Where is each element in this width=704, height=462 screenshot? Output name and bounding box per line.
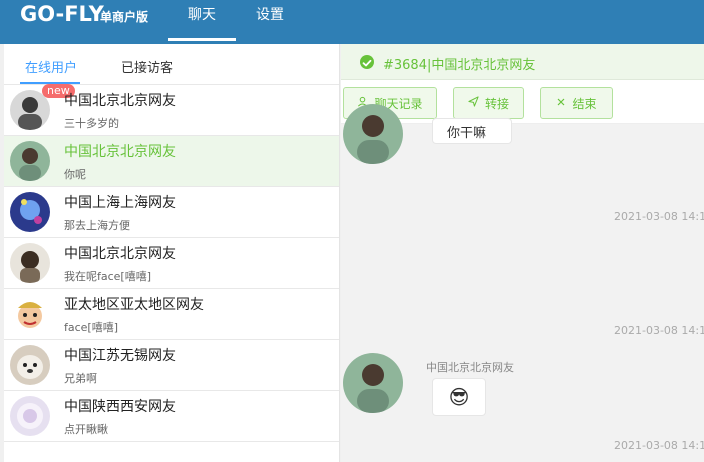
nav-active-indicator — [168, 38, 236, 41]
tab-online-users[interactable]: 在线用户 — [25, 57, 77, 76]
sunglasses-emoji-icon: 😎 — [448, 385, 470, 409]
user-list: new 中国北京北京网友 三十多岁的 中国北京北京网友 你呢 中国上海上海网友 … — [4, 84, 339, 442]
user-name: 中国江苏无锡网友 — [64, 348, 176, 364]
user-name: 中国北京北京网友 — [64, 93, 176, 109]
close-icon — [556, 96, 566, 110]
avatar — [10, 396, 50, 436]
message-sender: 中国北京北京网友 — [426, 361, 514, 374]
user-name: 中国陕西西安网友 — [64, 399, 176, 415]
user-list-item[interactable]: 中国北京北京网友 我在呢face[嘻嘻] — [4, 238, 339, 289]
chat-title: #3684|中国北京北京网友 — [383, 58, 536, 73]
user-list-item[interactable]: 中国江苏无锡网友 兄弟啊 — [4, 340, 339, 391]
end-chat-button[interactable]: 结束 — [540, 87, 613, 119]
user-last-message: 三十多岁的 — [64, 117, 119, 130]
user-list-item[interactable]: 中国陕西西安网友 点开瞅瞅 — [4, 391, 339, 442]
message-bubble: 你干嘛 — [432, 118, 512, 144]
tab-visited[interactable]: 已接访客 — [121, 57, 173, 76]
chat-header: #3684|中国北京北京网友 — [341, 44, 704, 80]
avatar — [343, 353, 403, 413]
user-list-item[interactable]: 中国上海上海网友 那去上海方便 — [4, 187, 339, 238]
visitor-tabs: 在线用户 已接访客 — [4, 44, 339, 85]
user-name: 中国北京北京网友 — [64, 144, 176, 160]
user-list-item[interactable]: 中国北京北京网友 你呢 — [4, 136, 339, 187]
message-text: 你干嘛 — [447, 126, 487, 141]
avatar — [10, 243, 50, 283]
top-bar: GO-FLY 单商户版 聊天 设置 — [0, 0, 704, 44]
visitor-panel: 在线用户 已接访客 new 中国北京北京网友 三十多岁的 中国北京北京网友 你呢… — [4, 44, 340, 462]
user-name: 中国上海上海网友 — [64, 195, 176, 211]
message-bubble: 😎 — [432, 378, 486, 416]
user-name: 亚太地区亚太地区网友 — [64, 297, 204, 313]
avatar — [10, 192, 50, 232]
brand-subtitle: 单商户版 — [100, 10, 149, 24]
transfer-label: 转接 — [484, 96, 509, 111]
user-last-message: 点开瞅瞅 — [64, 423, 108, 436]
user-last-message: 那去上海方便 — [64, 219, 130, 232]
user-last-message: 我在呢face[嘻嘻] — [64, 270, 152, 283]
user-last-message: 你呢 — [64, 168, 86, 181]
message-area: 你干嘛 2021-03-08 14:1 2021-03-08 14:1 中国北京… — [341, 104, 704, 462]
nav-settings[interactable]: 设置 — [256, 4, 284, 24]
user-name: 中国北京北京网友 — [64, 246, 176, 262]
message-time: 2021-03-08 14:1 — [614, 324, 704, 337]
user-last-message: 兄弟啊 — [64, 372, 97, 385]
message-time: 2021-03-08 14:1 — [614, 439, 704, 452]
send-icon — [468, 96, 479, 110]
brand-logo: GO-FLY — [20, 2, 104, 26]
message-time: 2021-03-08 14:1 — [614, 210, 704, 223]
user-last-message: face[嘻嘻] — [64, 321, 119, 334]
transfer-button[interactable]: 转接 — [453, 87, 524, 119]
user-list-item[interactable]: new 中国北京北京网友 三十多岁的 — [4, 84, 339, 136]
end-chat-label: 结束 — [572, 96, 597, 111]
user-list-item[interactable]: 亚太地区亚太地区网友 face[嘻嘻] — [4, 289, 339, 340]
avatar — [343, 104, 403, 164]
avatar — [10, 294, 50, 334]
check-circle-icon — [360, 55, 374, 69]
chat-panel: #3684|中国北京北京网友 聊天记录 转接 结束 你干嘛 2021-03-08… — [341, 44, 704, 462]
nav-chat[interactable]: 聊天 — [188, 4, 216, 24]
avatar — [10, 141, 50, 181]
avatar — [10, 345, 50, 385]
